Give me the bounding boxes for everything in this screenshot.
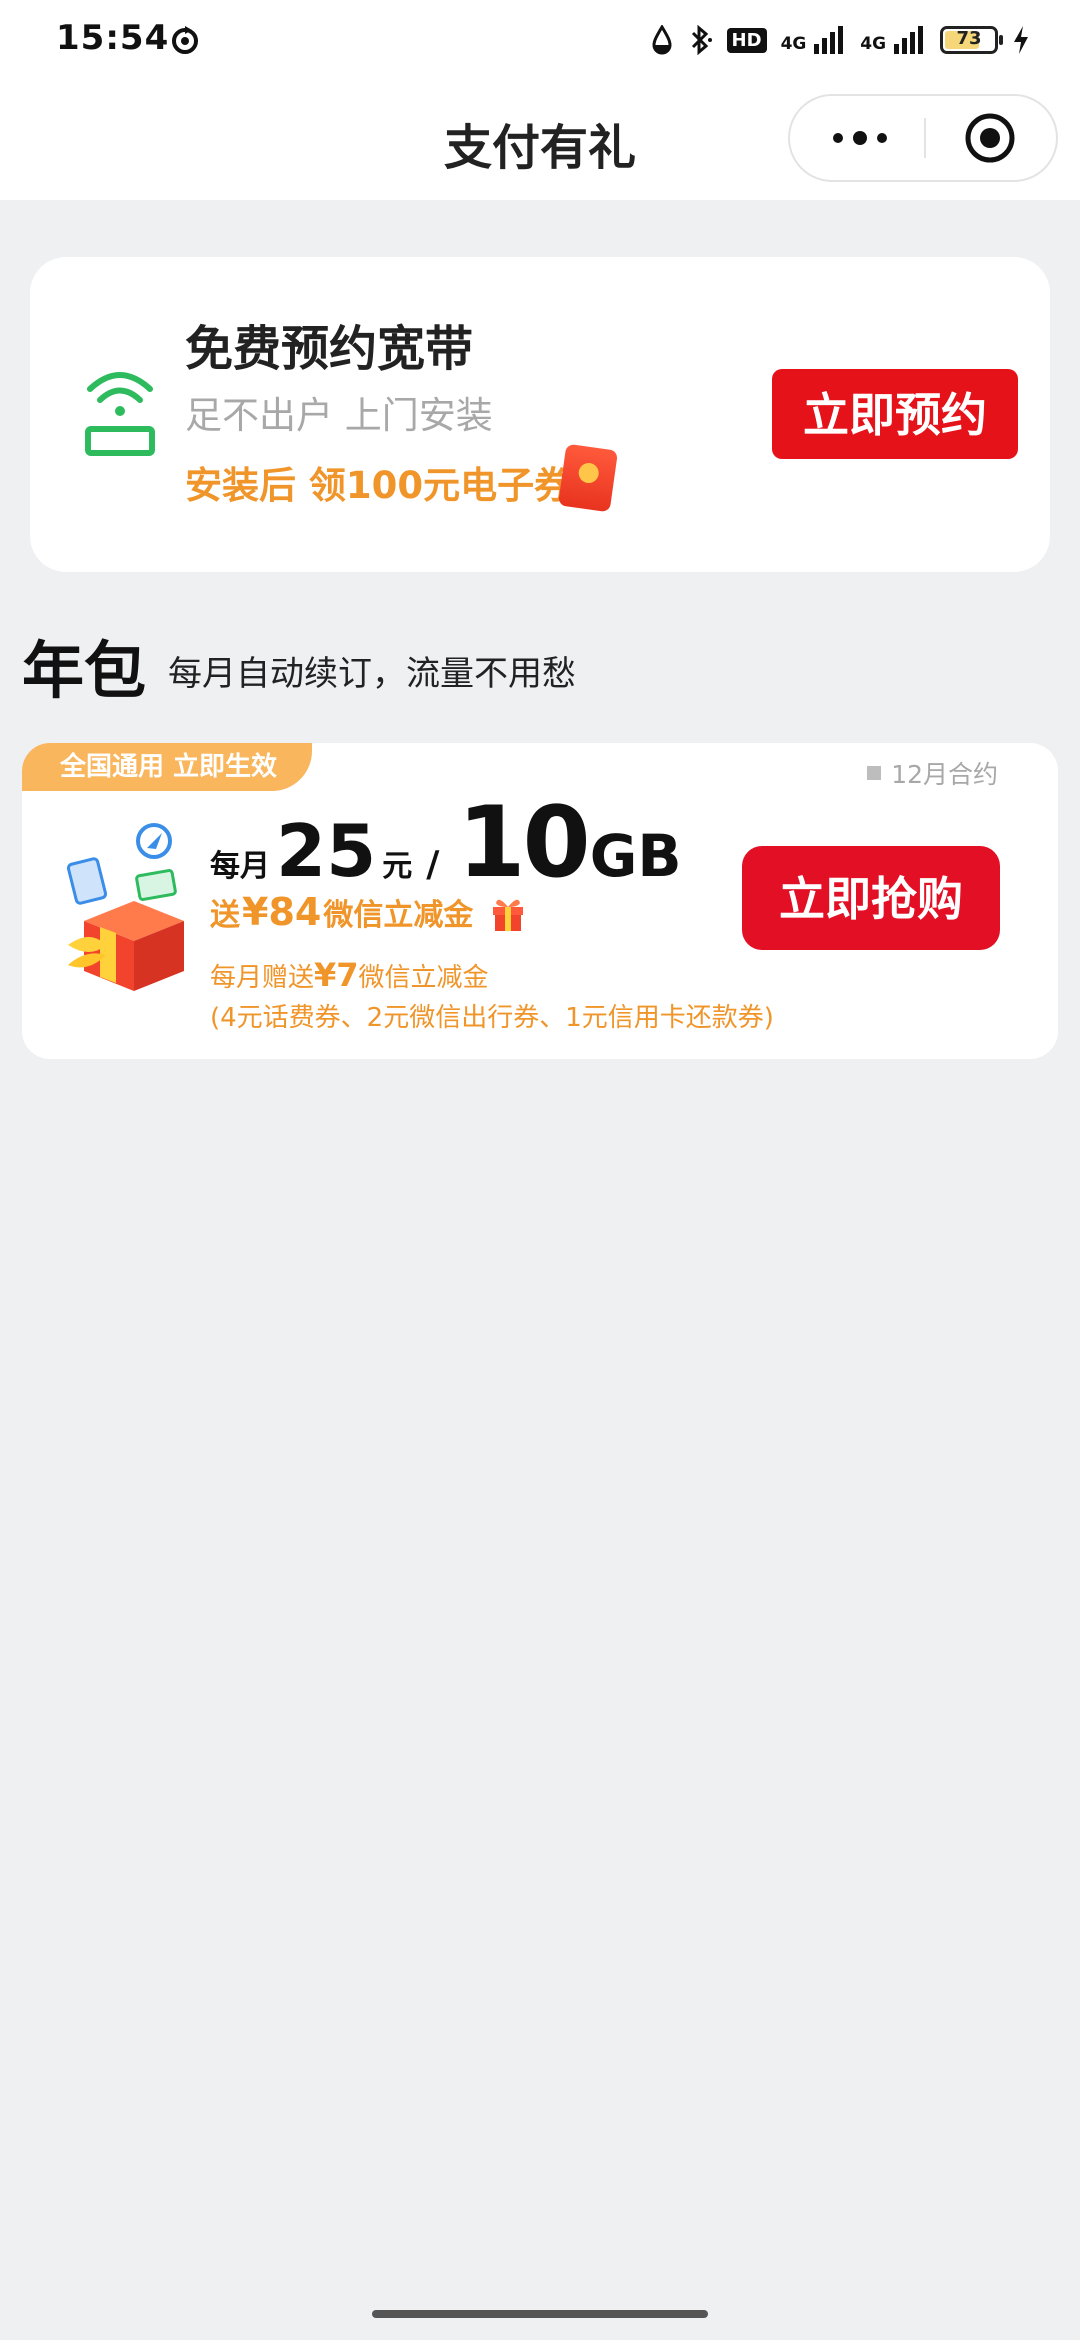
hd-voice-icon: HD [726, 27, 767, 53]
data-unit: GB [589, 822, 682, 890]
red-packet-icon [557, 443, 619, 513]
status-time: 15:54 [56, 18, 170, 58]
gift-suffix: 微信立减金 [323, 898, 474, 933]
mini-program-capsule [788, 94, 1058, 182]
price-unit: 元 [382, 849, 413, 884]
battery-icon: 73 [940, 26, 1003, 54]
more-button[interactable] [810, 96, 910, 180]
contract-label: 12月合约 [867, 755, 998, 791]
contract-text: 12月合约 [891, 760, 998, 789]
signal-4g-icon: 4G [781, 26, 847, 54]
signal-4g-icon: 4G [860, 26, 926, 54]
battery-level: 73 [956, 28, 982, 49]
section-subtitle: 每月自动续订，流量不用愁 [168, 654, 576, 694]
monthly-amount: ¥7 [314, 956, 359, 994]
monthly-suffix: 微信立减金 [358, 963, 489, 993]
broadband-title: 免费预约宽带 [185, 321, 474, 377]
status-bar: 15:54 HD 4G 4G 73 [0, 0, 1080, 80]
coverage-tag: 全国通用 立即生效 [22, 743, 312, 791]
coupon-detail: (4元话费券、2元微信出行券、1元信用卡还款券) [210, 1003, 774, 1033]
data-amount: 10 [457, 786, 590, 900]
drop-icon [652, 25, 672, 55]
monthly-gift-line: 每月赠送¥7微信立减金 [210, 956, 489, 994]
wifi-router-icon [85, 372, 155, 456]
close-button[interactable] [940, 96, 1040, 180]
gift-box-illustration [66, 823, 184, 991]
broadband-promo: 安装后 领100元电子券 [185, 464, 572, 507]
network-label: 4G [860, 34, 887, 54]
navigation-bar: 支付有礼 [0, 80, 1080, 200]
buy-now-button[interactable]: 立即抢购 [742, 846, 1000, 950]
status-icons: HD 4G 4G 73 [651, 20, 1030, 60]
broadband-subtitle: 足不出户 上门安装 [185, 394, 493, 437]
price-row: 每月 25 元 / 10 GB [210, 786, 682, 900]
price-value: 25 [276, 809, 377, 893]
annual-package-card[interactable]: 全国通用 立即生效 12月合约 每月 25 元 / 10 GB 送 ¥84 微信… [22, 743, 1058, 1059]
sync-icon [172, 26, 198, 54]
price-prefix: 每月 [210, 849, 270, 884]
target-close-icon [965, 113, 1015, 163]
gift-amount: ¥84 [242, 890, 322, 934]
gift-icon [493, 899, 523, 931]
monthly-prefix: 每月赠送 [210, 963, 315, 993]
contract-square-icon [867, 766, 882, 780]
price-slash: / [426, 844, 440, 885]
home-indicator[interactable] [372, 2310, 708, 2318]
bluetooth-icon [691, 24, 712, 56]
charging-icon [1014, 26, 1028, 54]
capsule-divider [924, 118, 926, 158]
reserve-button[interactable]: 立即预约 [772, 369, 1018, 459]
network-label: 4G [780, 34, 807, 54]
broadband-card: 免费预约宽带 足不出户 上门安装 安装后 领100元电子券 立即预约 [30, 257, 1050, 572]
section-title: 年包 [22, 634, 147, 707]
gift-prefix: 送 [210, 898, 240, 933]
more-dots-icon [833, 131, 887, 145]
gift-line: 送 ¥84 微信立减金 [210, 890, 473, 934]
